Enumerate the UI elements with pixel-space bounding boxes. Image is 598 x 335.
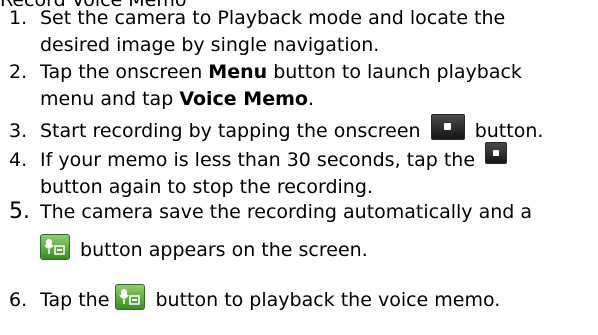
step-5: 5. The camera save the recording automati…: [9, 198, 597, 264]
step-number: 4.: [9, 149, 28, 171]
step-number: 6.: [9, 289, 28, 311]
voice-memo-icon: [115, 284, 146, 310]
voice-memo-icon: [40, 234, 70, 260]
step-2: 2. Tap the onscreen Menu button to launch…: [9, 59, 597, 113]
step-text: .: [307, 88, 314, 110]
step-text: button appears on the screen.: [80, 239, 368, 261]
step-text: button.: [474, 120, 544, 142]
step-text: The camera save the recording automatica…: [40, 201, 533, 223]
step-text: If your memo is less than 30 seconds, ta…: [40, 149, 476, 171]
step-text: button to launch playback: [267, 61, 522, 83]
step-number: 2.: [9, 61, 28, 83]
record-button-icon: [485, 142, 508, 164]
step-1: 1. Set the camera to Playback mode and lo…: [9, 5, 597, 59]
step-3: 3. Start recording by tapping the onscree…: [9, 114, 597, 145]
step-text: desired image by single navigation.: [40, 34, 380, 56]
voice-memo-label: Voice Memo: [179, 88, 308, 110]
step-number: 3.: [9, 120, 28, 142]
step-6: 6. Tap the button to playback the voice m…: [9, 284, 597, 314]
record-button-icon: [430, 114, 465, 140]
step-text: Start recording by tapping the onscreen: [40, 120, 421, 142]
step-text: Set the camera to Playback mode and loca…: [40, 7, 506, 29]
step-text: Tap the onscreen: [40, 61, 209, 83]
step-text: button again to stop the recording.: [40, 176, 373, 198]
step-text: menu and tap: [40, 88, 180, 110]
step-4: 4. If your memo is less than 30 seconds, …: [9, 142, 597, 201]
step-number: 1.: [9, 7, 28, 29]
menu-label: Menu: [208, 61, 268, 83]
step-text: Tap the: [40, 289, 110, 311]
step-number: 5.: [9, 199, 30, 224]
step-text: button to playback the voice memo.: [155, 289, 501, 311]
